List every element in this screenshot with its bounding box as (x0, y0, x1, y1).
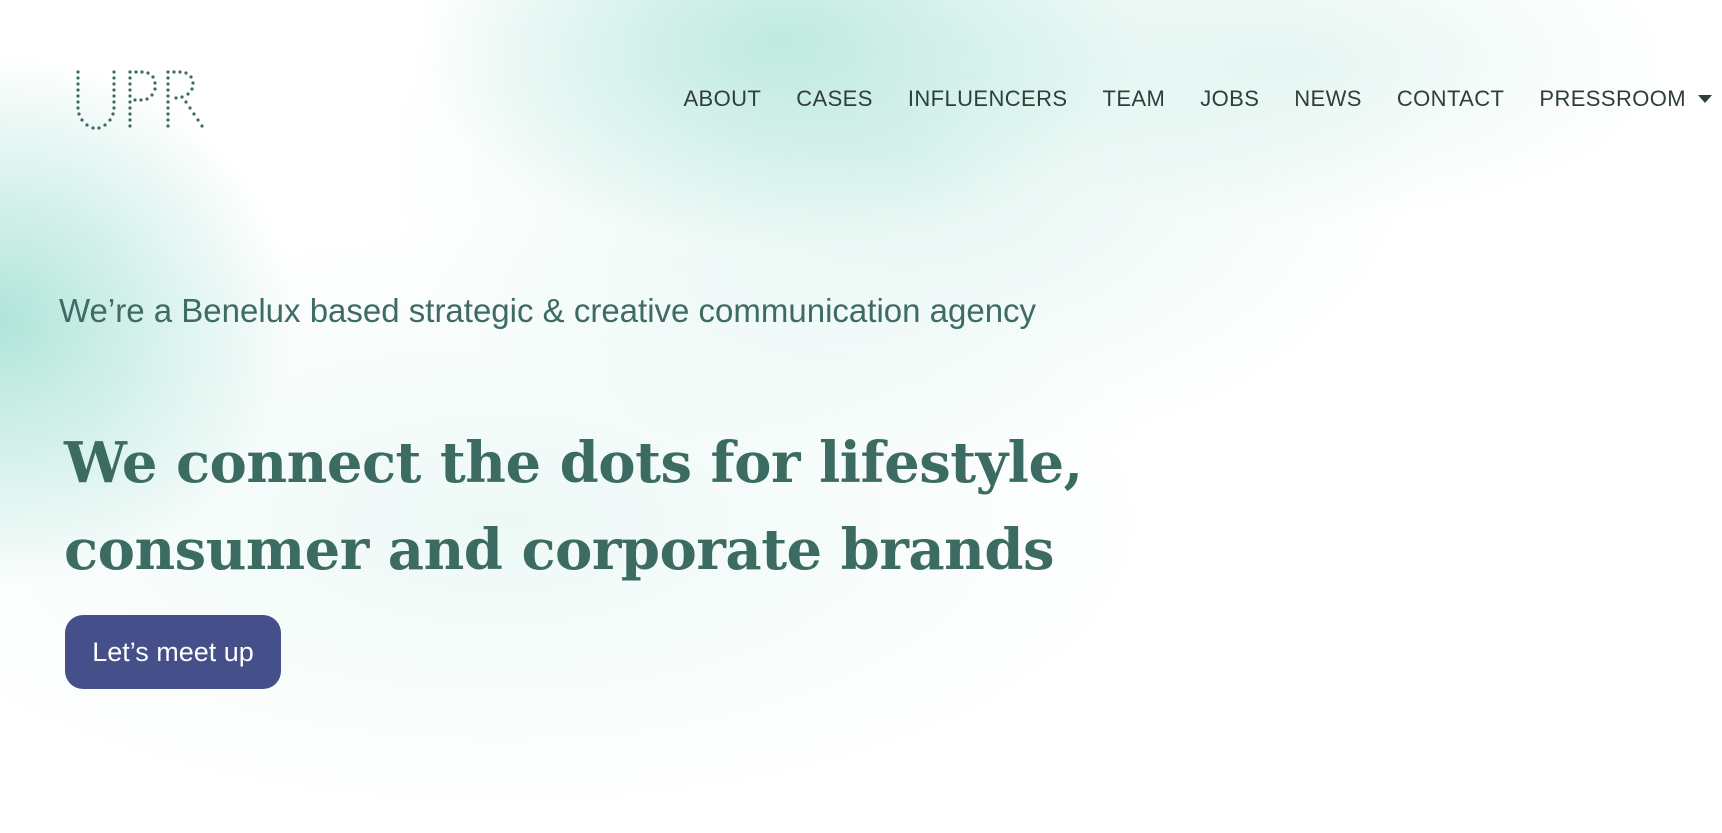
nav-dropdown-pressroom[interactable]: PRESSROOM (1539, 86, 1712, 112)
hero-tagline: We’re a Benelux based strategic & creati… (59, 292, 1037, 329)
hero-headline-line-1: We connect the dots for lifestyle, (64, 430, 1083, 496)
upr-logo-icon (76, 70, 204, 130)
nav-item-jobs[interactable]: JOBS (1200, 86, 1259, 112)
hero-headline: We connect the dots for lifestyle, consu… (64, 420, 1083, 594)
hero-background (0, 0, 1722, 833)
nav-item-pressroom[interactable]: PRESSROOM (1539, 86, 1686, 112)
nav-item-cases[interactable]: CASES (796, 86, 873, 112)
nav-item-contact[interactable]: CONTACT (1397, 86, 1505, 112)
nav-item-team[interactable]: TEAM (1102, 86, 1165, 112)
caret-down-icon[interactable] (1698, 95, 1712, 103)
main-navigation: ABOUT CASES INFLUENCERS TEAM JOBS NEWS C… (683, 86, 1712, 112)
nav-item-influencers[interactable]: INFLUENCERS (908, 86, 1068, 112)
upr-logo[interactable] (74, 70, 208, 132)
nav-item-news[interactable]: NEWS (1294, 86, 1362, 112)
nav-item-about[interactable]: ABOUT (683, 86, 761, 112)
hero-headline-line-2: consumer and corporate brands (64, 517, 1055, 583)
meet-up-button[interactable]: Let’s meet up (65, 615, 281, 689)
